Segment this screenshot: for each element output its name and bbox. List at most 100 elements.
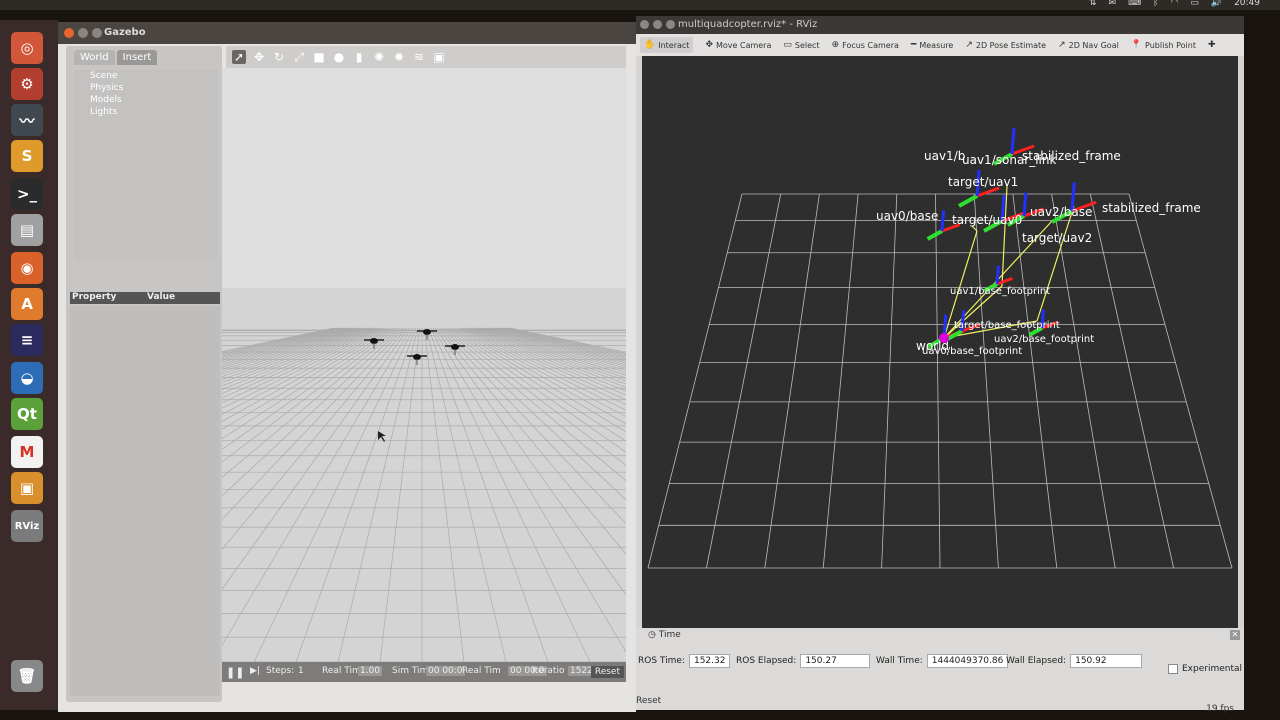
select-icon: ▭ [783,40,792,50]
box-shape-icon[interactable]: ■ [312,50,326,64]
package-launcher-icon[interactable]: ▣ [11,472,43,504]
terminal-launcher-icon[interactable]: >_ [11,178,43,210]
tool-label: Move Camera [715,40,772,50]
tool-label: Publish Point [1145,40,1196,50]
move-camera-icon: ✥ [705,40,713,50]
gazebo-bottom-bar: ❚❚ ▶| Steps: 1 Real Tim 1.00 Sim Tim 00 … [222,662,626,682]
wall-time-value[interactable]: 1444049370.86 [926,654,1009,668]
wifi-icon[interactable]: ◠ [1170,0,1178,8]
tool-publish-point[interactable]: 📍 Publish Point [1131,40,1196,50]
tf-frame-label: uav0/base [876,209,938,223]
tool-2d-nav-goal[interactable]: ↗ 2D Nav Goal [1058,40,1119,50]
directional-light-icon[interactable]: ≋ [412,50,426,64]
gazebo-3d-view[interactable] [222,68,626,662]
trash-launcher-icon[interactable]: 🗑 [11,660,43,692]
tree-item-physics[interactable]: Physics [74,82,218,94]
tool-interact[interactable]: ✋ Interact [640,37,694,53]
firefox-launcher-icon[interactable]: ◉ [11,252,43,284]
tool-focus-camera[interactable]: ⊕ Focus Camera [832,40,899,50]
tool-select[interactable]: ▭ Select [783,40,819,50]
network-icon[interactable]: ⇅ [1089,0,1097,8]
ubuntu-dash-launcher-icon[interactable]: ◎ [11,32,43,64]
keyboard-icon[interactable]: ⌨ [1128,0,1141,8]
system-monitor-launcher-icon[interactable]: 〰 [11,104,43,136]
maximize-icon[interactable] [92,28,102,38]
sphere-shape-icon[interactable]: ● [332,50,346,64]
real-time-label: Real Tim [462,666,501,676]
rviz-title-bar[interactable]: multiquadcopter.rviz* - RViz [636,16,1244,34]
minimize-icon[interactable] [653,20,662,29]
wall-elapsed-label: Wall Elapsed: [1006,656,1067,666]
tree-item-lights[interactable]: Lights [74,106,218,118]
software-center-launcher-icon[interactable]: A [11,288,43,320]
gazebo-reset-button[interactable]: Reset [590,666,624,678]
screenshot-icon[interactable]: ▣ [432,50,446,64]
maximize-icon[interactable] [666,20,675,29]
clock-icon: ◷ [648,630,659,640]
step-icon[interactable]: ▶| [250,666,260,676]
rviz-3d-view[interactable]: uav1/b uav1/sonar_link stabilized_frame tar… [642,56,1238,628]
world-origin-marker [939,333,949,343]
battery-icon[interactable]: ▭ [1190,0,1199,8]
gazebo-scene-render [222,68,626,662]
qt-creator-launcher-icon[interactable]: Qt [11,398,43,430]
tool-move-camera[interactable]: ✥ Move Camera [705,40,771,50]
experimental-field: Experimental [1168,664,1242,674]
tool-label: Interact [658,40,690,50]
close-icon[interactable] [64,28,74,38]
bluetooth-icon[interactable]: ᛒ [1153,0,1158,8]
rviz-launcher-icon[interactable]: RViz [11,510,43,542]
tf-frame-label: uav1/base_footprint [950,286,1050,297]
settings-launcher-icon[interactable]: ⚙ [11,68,43,100]
gazebo-title-bar[interactable]: Gazebo [58,22,636,44]
spot-light-icon[interactable]: ✹ [392,50,406,64]
tool-measure[interactable]: ━ Measure [911,40,953,50]
eclipse-launcher-icon[interactable]: ≡ [11,324,43,356]
property-table [70,306,220,696]
minimize-icon[interactable] [78,28,88,38]
volume-icon[interactable]: 🔊 [1211,0,1222,8]
select-mode-icon[interactable]: ➚ [232,50,246,64]
point-light-icon[interactable]: ✺ [372,50,386,64]
translate-mode-icon[interactable]: ✥ [252,50,266,64]
files-launcher-icon[interactable]: ▤ [11,214,43,246]
tf-frame-label: target/uav2 [1022,231,1092,245]
property-column-header: Property [72,292,117,302]
tool-add-tool[interactable]: ✚ [1208,40,1216,50]
close-icon[interactable]: ✕ [1230,630,1240,640]
sim-time-label: Sim Tim [392,666,429,676]
ros-time-value[interactable]: 152.32 [688,654,731,668]
tf-frame-label: target/uav0 [952,213,1022,227]
measure-icon: ━ [910,40,917,50]
tool-label: 2D Pose Estimate [975,40,1047,50]
real-time-factor-label: Real Tim [322,666,361,676]
clock[interactable]: 20:49 [1234,0,1260,8]
wall-elapsed-value[interactable]: 150.92 [1070,654,1143,668]
iterations-label: Iteratio [532,666,565,676]
ros-elapsed-value[interactable]: 150.27 [800,654,871,668]
rviz-title: multiquadcopter.rviz* - RViz [678,19,818,30]
rotate-mode-icon[interactable]: ↻ [272,50,286,64]
experimental-checkbox[interactable] [1168,664,1178,674]
rviz-reset-button[interactable]: Reset [636,696,661,706]
rviz-toolbar: ✋ Interact ✥ Move Camera ▭ Select ⊕ Focus Camer… [636,34,1244,56]
tf-frame-label: stabilized_frame [1022,149,1121,163]
mail-icon[interactable]: ✉ [1109,0,1117,8]
close-icon[interactable] [640,20,649,29]
tool-2d-pose-estimate[interactable]: ↗ 2D Pose Estimate [965,40,1046,50]
scale-mode-icon[interactable]: ⤢ [292,50,306,64]
time-panel-title: Time [658,630,681,640]
steps-value[interactable]: 1 [298,666,304,676]
tree-item-models[interactable]: Models [74,94,218,106]
wall-time-field: Wall Time: 1444049370.86 [876,654,1009,668]
tab-world[interactable]: World [74,50,115,65]
tf-frame-label: target/base_footprint [954,320,1060,331]
tab-insert[interactable]: Insert [116,50,158,65]
sublime-text-launcher-icon[interactable]: S [11,140,43,172]
pause-icon[interactable]: ❚❚ [226,666,244,679]
gmail-launcher-icon[interactable]: M [11,436,43,468]
browser-launcher-icon[interactable]: ◒ [11,362,43,394]
tree-item-scene[interactable]: Scene [74,70,218,82]
real-time-factor-value: 1.00 [358,666,383,676]
cylinder-shape-icon[interactable]: ▮ [352,50,366,64]
